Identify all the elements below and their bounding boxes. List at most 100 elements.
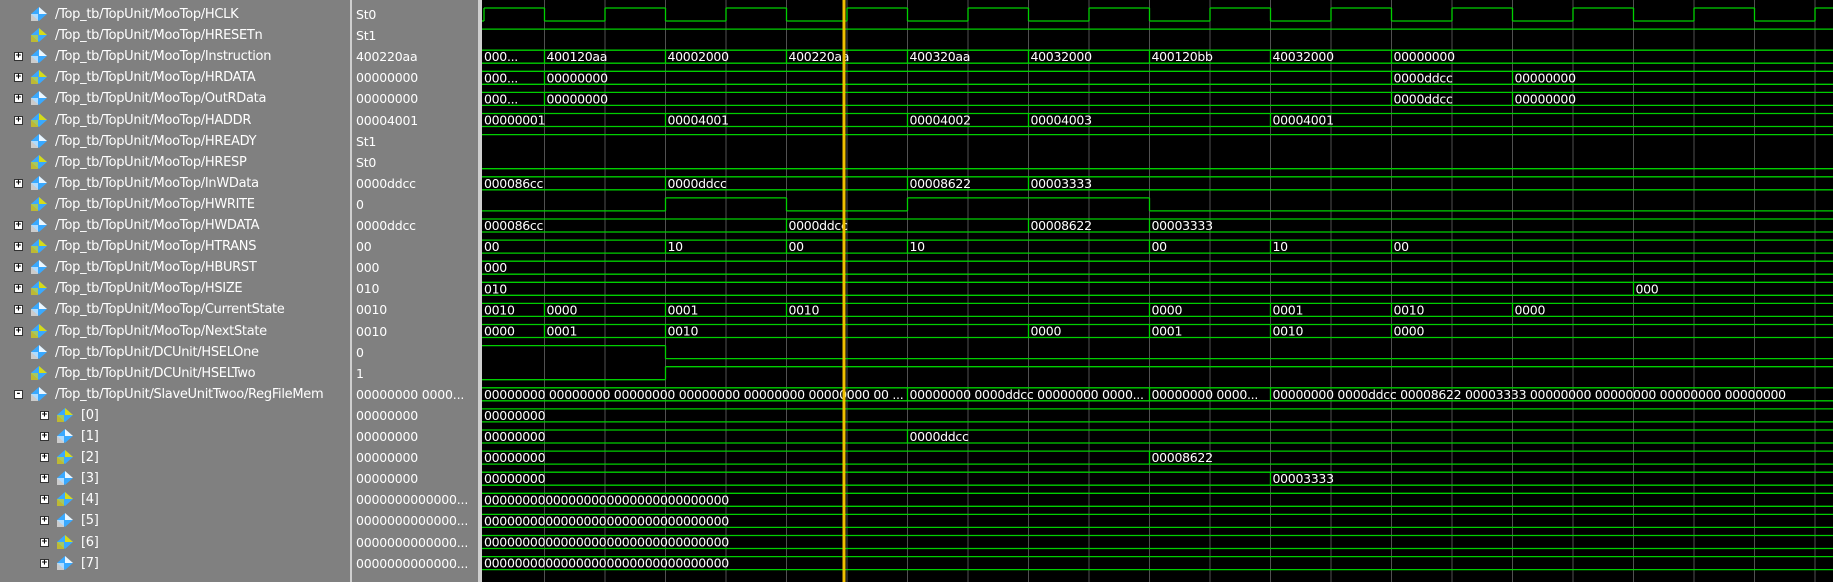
signal-value: 0010: [356, 323, 388, 339]
signal-name: /Top_tb/TopUnit/MooTop/HRESP: [55, 154, 247, 170]
signal-value-row[interactable]: St0: [352, 152, 478, 173]
signal-row[interactable]: + [1]: [0, 426, 352, 447]
bus-value-label: 000: [1636, 281, 1659, 296]
signal-row[interactable]: + /Top_tb/TopUnit/MooTop/NextState: [0, 321, 352, 342]
expand-icon[interactable]: +: [40, 495, 49, 505]
signal-row[interactable]: /Top_tb/TopUnit/MooTop/HRESP: [0, 152, 352, 173]
signal-name: /Top_tb/TopUnit/MooTop/HREADY: [55, 133, 257, 149]
expand-icon[interactable]: +: [14, 178, 23, 188]
expand-icon[interactable]: +: [14, 305, 23, 315]
signal-icon: [30, 48, 48, 64]
signal-value-row[interactable]: 0000000000000...: [352, 510, 478, 531]
signal-row[interactable]: /Top_tb/TopUnit/MooTop/HWRITE: [0, 194, 352, 215]
expand-icon[interactable]: +: [14, 73, 23, 83]
collapse-icon[interactable]: -: [14, 389, 23, 399]
expand-icon[interactable]: +: [14, 284, 23, 294]
expand-icon[interactable]: +: [14, 94, 23, 104]
signal-value-row[interactable]: 1: [352, 363, 478, 384]
signal-value-row[interactable]: 400220aa: [352, 46, 478, 67]
signal-value-row[interactable]: 0000000000000...: [352, 532, 478, 553]
signal-value-row[interactable]: St0: [352, 4, 478, 25]
signal-row[interactable]: /Top_tb/TopUnit/MooTop/HRESETn: [0, 25, 352, 46]
signal-row[interactable]: + [4]: [0, 489, 352, 510]
signal-row[interactable]: + [2]: [0, 447, 352, 468]
signal-value-row[interactable]: 0000000000000...: [352, 489, 478, 510]
expand-icon[interactable]: +: [14, 221, 23, 230]
bus-value-label: 00003333: [1031, 176, 1092, 191]
bus-value-label: 0000ddcc: [910, 429, 969, 444]
signal-value-row[interactable]: 00000000: [352, 468, 478, 489]
expand-icon[interactable]: +: [40, 453, 49, 463]
bus-value-label: 00: [1394, 239, 1410, 254]
bus-value-label: 10: [668, 239, 684, 254]
signal-value-row[interactable]: 00: [352, 236, 478, 257]
expand-icon[interactable]: +: [40, 432, 49, 441]
signal-row[interactable]: /Top_tb/TopUnit/DCUnit/HSELTwo: [0, 363, 352, 384]
signal-value-row[interactable]: 000: [352, 257, 478, 278]
expand-icon[interactable]: +: [40, 516, 49, 526]
expand-icon[interactable]: +: [40, 410, 49, 420]
signal-row[interactable]: + [5]: [0, 510, 352, 531]
bus-value-label: 000086cc: [484, 218, 543, 233]
signal-row[interactable]: + [7]: [0, 553, 352, 574]
signal-value-row[interactable]: 0: [352, 342, 478, 363]
signal-row[interactable]: + [0]: [0, 405, 352, 426]
signal-value: 00000000 0000...: [356, 386, 465, 402]
expand-icon[interactable]: +: [14, 326, 23, 336]
signal-row[interactable]: + /Top_tb/TopUnit/MooTop/InWData: [0, 173, 352, 194]
signal-row[interactable]: /Top_tb/TopUnit/MooTop/HCLK: [0, 4, 352, 25]
signal-value-row[interactable]: 0: [352, 194, 478, 215]
signal-value: 00000000: [356, 407, 419, 423]
signal-row[interactable]: + [3]: [0, 468, 352, 489]
signal-value: 00: [356, 239, 372, 255]
signal-name: [2]: [81, 450, 99, 466]
signal-value-row[interactable]: 0000ddcc: [352, 215, 478, 236]
bus-value-label: 0001: [1152, 324, 1183, 339]
signal-value-row[interactable]: St1: [352, 25, 478, 46]
signal-value-row[interactable]: St1: [352, 131, 478, 152]
signal-row[interactable]: + /Top_tb/TopUnit/MooTop/HTRANS: [0, 236, 352, 257]
bus-value-label: 10: [1273, 239, 1289, 254]
signal-value-row[interactable]: 00000000 0000...: [352, 384, 478, 405]
signal-value-row[interactable]: 00000000: [352, 88, 478, 109]
bus-value-label: 0010: [789, 302, 820, 317]
signal-row[interactable]: + /Top_tb/TopUnit/MooTop/OutRData: [0, 88, 352, 109]
signal-value-row[interactable]: 00000000: [352, 67, 478, 88]
expand-icon[interactable]: +: [14, 52, 23, 62]
expand-icon[interactable]: +: [40, 537, 49, 547]
signal-row[interactable]: /Top_tb/TopUnit/DCUnit/HSELOne: [0, 342, 352, 363]
signal-value-row[interactable]: 00000000: [352, 426, 478, 447]
signal-row[interactable]: + /Top_tb/TopUnit/MooTop/CurrentState: [0, 299, 352, 320]
signal-value-row[interactable]: 010: [352, 278, 478, 299]
signal-row[interactable]: - /Top_tb/TopUnit/SlaveUnitTwoo/RegFileMe…: [0, 384, 352, 405]
signal-name: [7]: [81, 555, 99, 571]
signal-value-row[interactable]: 00000000: [352, 405, 478, 426]
expand-icon[interactable]: +: [40, 558, 49, 568]
signal-value-row[interactable]: 0010: [352, 299, 478, 320]
signal-row[interactable]: /Top_tb/TopUnit/MooTop/HREADY: [0, 131, 352, 152]
bus-value-label: 00008622: [1152, 450, 1213, 465]
signal-value-row[interactable]: 0000000000000...: [352, 553, 478, 574]
waveform-pane[interactable]: 000... 400120aa 40002000 400220aa 400320aa 40…: [482, 0, 1833, 582]
signal-row[interactable]: + /Top_tb/TopUnit/MooTop/HADDR: [0, 110, 352, 131]
signal-value-row[interactable]: 0000ddcc: [352, 173, 478, 194]
expand-icon[interactable]: +: [40, 474, 49, 484]
signal-icon: [30, 259, 48, 275]
signal-value-row[interactable]: 00004001: [352, 110, 478, 131]
signal-row[interactable]: + /Top_tb/TopUnit/MooTop/HRDATA: [0, 67, 352, 88]
bus-value-label: 00008622: [1031, 218, 1092, 233]
signal-row[interactable]: + [6]: [0, 532, 352, 553]
expand-icon[interactable]: +: [14, 242, 23, 252]
signal-icon: [30, 112, 48, 128]
bus-value-label: 0000: [1031, 324, 1062, 339]
signal-row[interactable]: + /Top_tb/TopUnit/MooTop/Instruction: [0, 46, 352, 67]
signal-value-row[interactable]: 00000000: [352, 447, 478, 468]
expand-icon[interactable]: +: [14, 115, 23, 125]
waveform-canvas[interactable]: 000... 400120aa 40002000 400220aa 400320aa 40…: [482, 0, 1833, 582]
bus-value-label: 00000000: [1515, 70, 1577, 85]
signal-value-row[interactable]: 0010: [352, 321, 478, 342]
expand-icon[interactable]: +: [14, 263, 23, 273]
signal-row[interactable]: + /Top_tb/TopUnit/MooTop/HBURST: [0, 257, 352, 278]
signal-row[interactable]: + /Top_tb/TopUnit/MooTop/HSIZE: [0, 278, 352, 299]
signal-row[interactable]: + /Top_tb/TopUnit/MooTop/HWDATA: [0, 215, 352, 236]
